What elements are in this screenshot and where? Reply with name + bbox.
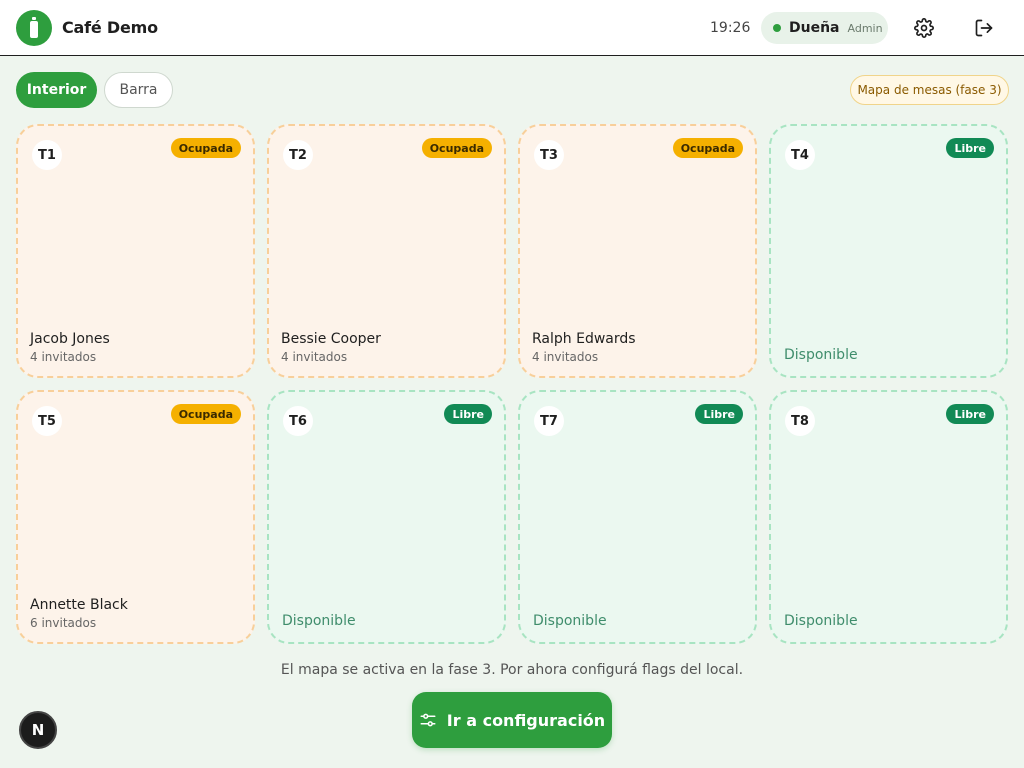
- availability-text: Disponible: [784, 347, 858, 363]
- status-badge: Libre: [444, 404, 492, 424]
- table-card-t2[interactable]: T2 Ocupada Bessie Cooper 4 invitados: [267, 124, 506, 378]
- guest-count: 4 invitados: [281, 350, 348, 364]
- guest-name: Jacob Jones: [30, 331, 110, 347]
- status-badge: Libre: [946, 404, 994, 424]
- table-number: T7: [534, 406, 564, 436]
- phase-badge: Mapa de mesas (fase 3): [850, 75, 1009, 105]
- table-grid: T1 Ocupada Jacob Jones 4 invitados T2 Oc…: [16, 124, 1008, 644]
- guest-name: Ralph Edwards: [532, 331, 636, 347]
- guest-count: 6 invitados: [30, 616, 97, 630]
- bottle-icon: [16, 10, 52, 46]
- guest-name: Annette Black: [30, 597, 128, 613]
- table-card-t5[interactable]: T5 Ocupada Annette Black 6 invitados: [16, 390, 255, 644]
- gear-icon: [914, 18, 934, 38]
- status-badge: Libre: [946, 138, 994, 158]
- table-card-t3[interactable]: T3 Ocupada Ralph Edwards 4 invitados: [518, 124, 757, 378]
- availability-text: Disponible: [282, 613, 356, 629]
- status-badge: Ocupada: [170, 138, 241, 158]
- status-badge: Ocupada: [421, 138, 492, 158]
- logout-button[interactable]: [970, 14, 998, 42]
- table-card-t1[interactable]: T1 Ocupada Jacob Jones 4 invitados: [16, 124, 255, 378]
- table-card-t6[interactable]: T6 Libre Disponible: [267, 390, 506, 644]
- guest-name: Bessie Cooper: [281, 331, 381, 347]
- table-number: T3: [534, 140, 564, 170]
- go-to-config-button[interactable]: Ir a configuración: [412, 692, 612, 748]
- table-number: T2: [283, 140, 313, 170]
- table-number: T8: [785, 406, 815, 436]
- top-bar: Café Demo 19:26 Dueña Admin: [0, 0, 1024, 56]
- table-number: T4: [785, 140, 815, 170]
- status-badge: Ocupada: [672, 138, 743, 158]
- table-number: T1: [32, 140, 62, 170]
- status-badge: Ocupada: [170, 404, 241, 424]
- config-button-label: Ir a configuración: [446, 710, 606, 730]
- clock: 19:26: [710, 20, 751, 36]
- settings-button[interactable]: [910, 14, 938, 42]
- table-card-t4[interactable]: T4 Libre Disponible: [769, 124, 1008, 378]
- app-title: Café Demo: [62, 18, 158, 37]
- tab-barra[interactable]: Barra: [104, 72, 173, 108]
- guest-count: 4 invitados: [532, 350, 599, 364]
- user-name: Dueña: [789, 20, 840, 36]
- phase-notice: El mapa se activa en la fase 3. Por ahor…: [280, 662, 744, 678]
- guest-count: 4 invitados: [30, 350, 97, 364]
- table-card-t8[interactable]: T8 Libre Disponible: [769, 390, 1008, 644]
- availability-text: Disponible: [784, 613, 858, 629]
- logout-icon: [975, 19, 993, 37]
- table-card-t7[interactable]: T7 Libre Disponible: [518, 390, 757, 644]
- table-number: T6: [283, 406, 313, 436]
- dev-tools-badge[interactable]: N: [19, 711, 57, 749]
- availability-text: Disponible: [533, 613, 607, 629]
- user-role: Admin: [847, 21, 883, 35]
- tab-interior[interactable]: Interior: [16, 72, 97, 108]
- online-status-dot: [773, 24, 781, 32]
- user-role-pill: Dueña Admin: [761, 12, 888, 44]
- table-number: T5: [32, 406, 62, 436]
- status-badge: Libre: [695, 404, 743, 424]
- sliders-icon: [420, 713, 436, 727]
